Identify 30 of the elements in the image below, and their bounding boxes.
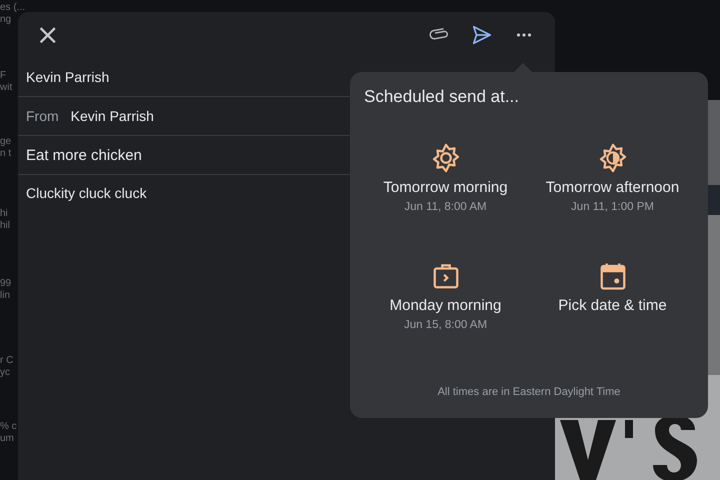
- timezone-note: All times are in Eastern Daylight Time: [436, 386, 622, 400]
- background-text: yc: [0, 367, 10, 379]
- background-text: 99: [0, 278, 12, 290]
- recipient-field[interactable]: Kevin Parrish: [26, 69, 110, 85]
- subject-field[interactable]: Eat more chicken: [26, 146, 142, 164]
- from-label: From: [26, 108, 59, 124]
- background-text: ng: [0, 14, 12, 26]
- schedule-option[interactable]: Tomorrow morning Jun 11, 8:00 AM: [362, 143, 529, 261]
- popup-title: Scheduled send at...: [363, 86, 520, 107]
- background-text: r C: [0, 355, 14, 367]
- close-button[interactable]: ×: [28, 21, 68, 49]
- background-text: n t: [0, 148, 12, 160]
- schedule-option[interactable]: Tomorrow afternoon Jun 11, 1:00 PM: [529, 143, 696, 261]
- sun-icon: [430, 143, 460, 173]
- background-text: hil: [0, 220, 10, 232]
- background-text: wit: [0, 82, 12, 94]
- message-body[interactable]: Cluckity cluck cluck: [26, 185, 147, 201]
- background-text: um: [0, 433, 14, 445]
- half-sun-icon: [598, 143, 628, 173]
- background-text: lin: [0, 290, 10, 302]
- background-text: F: [0, 70, 6, 82]
- send-icon[interactable]: [471, 24, 493, 46]
- background-text: % c: [0, 421, 17, 433]
- background-text: ge: [0, 136, 12, 148]
- background-text: hi: [0, 208, 8, 220]
- schedule-option[interactable]: Pick date & time: [529, 261, 696, 379]
- background-text: es (...: [0, 2, 26, 14]
- sender-name: Kevin Parrish: [70, 108, 154, 124]
- schedule-option[interactable]: Monday morning Jun 15, 8:00 AM: [362, 261, 529, 379]
- calendar-icon: [598, 261, 628, 291]
